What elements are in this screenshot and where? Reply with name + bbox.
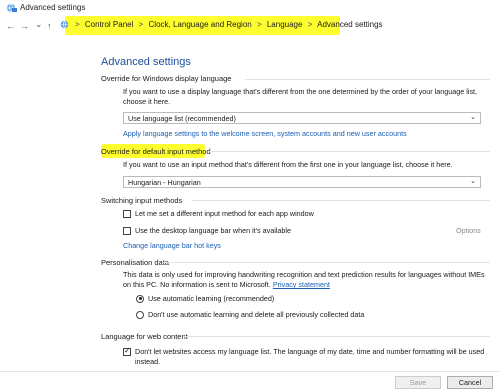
automatic-learning-label: Use automatic learning (recommended) — [148, 294, 275, 303]
per-app-input-checkbox[interactable] — [123, 209, 131, 218]
input-method-description: If you want to use an input method that'… — [123, 160, 453, 169]
breadcrumb-separator: > — [138, 20, 144, 29]
breadcrumb-separator: > — [256, 20, 262, 29]
input-method-selected: Hungarian - Hungarian — [128, 178, 201, 187]
control-panel-icon — [60, 20, 69, 29]
language-app-icon — [7, 3, 17, 13]
personalisation-section-label: Personalisation data — [101, 258, 169, 267]
chevron-down-icon: ⌄ — [470, 114, 476, 121]
no-automatic-learning-radio[interactable] — [136, 310, 144, 319]
switching-section-label: Switching input methods — [101, 196, 183, 205]
breadcrumb-language[interactable]: Language — [267, 20, 303, 29]
title-bar: Advanced settings — [0, 0, 500, 16]
cancel-button[interactable]: Cancel — [447, 376, 493, 389]
web-content-checkbox[interactable] — [123, 346, 131, 356]
breadcrumb: > Control Panel > Clock, Language and Re… — [72, 20, 383, 29]
section-divider — [245, 79, 490, 80]
desktop-language-bar-label: Use the desktop language bar when it's a… — [135, 226, 292, 235]
input-method-dropdown[interactable]: Hungarian - Hungarian ⌄ — [123, 176, 481, 188]
per-app-input-checkbox-row[interactable]: Let me set a different input method for … — [123, 209, 314, 218]
breadcrumb-separator: > — [75, 20, 80, 29]
automatic-learning-radio[interactable] — [136, 294, 144, 303]
desktop-language-bar-checkbox-row[interactable]: Use the desktop language bar when it's a… — [123, 226, 291, 235]
apply-language-settings-link[interactable]: Apply language settings to the welcome s… — [123, 129, 407, 138]
automatic-learning-radio-row[interactable]: Use automatic learning (recommended) — [136, 294, 274, 303]
section-divider — [183, 336, 490, 337]
privacy-statement-link[interactable]: Privacy statement — [273, 280, 330, 289]
section-divider — [162, 262, 490, 263]
section-divider — [192, 200, 490, 201]
display-language-selected: Use language list (recommended) — [128, 114, 236, 123]
recent-locations-chevron-icon[interactable]: ⌄ — [35, 19, 43, 29]
no-automatic-learning-radio-row[interactable]: Don't use automatic learning and delete … — [136, 310, 364, 319]
personalisation-description: This data is only used for improving han… — [123, 270, 488, 290]
desktop-language-bar-checkbox[interactable] — [123, 226, 131, 235]
web-content-section-label: Language for web content — [101, 332, 188, 341]
page-title: Advanced settings — [101, 56, 191, 68]
per-app-input-label: Let me set a different input method for … — [135, 209, 314, 218]
chevron-down-icon: ⌄ — [470, 178, 476, 185]
back-arrow-icon[interactable]: ← — [6, 21, 15, 31]
breadcrumb-clock-language-region[interactable]: Clock, Language and Region — [149, 20, 252, 29]
display-language-description: If you want to use a display language th… — [123, 87, 478, 106]
breadcrumb-control-panel[interactable]: Control Panel — [85, 20, 133, 29]
language-bar-options-link[interactable]: Options — [456, 226, 481, 235]
web-content-label: Don't let websites access my language li… — [135, 347, 485, 366]
save-button[interactable]: Save — [395, 376, 441, 389]
display-language-section-label: Override for Windows display language — [101, 74, 232, 83]
breadcrumb-separator: > — [307, 20, 313, 29]
no-automatic-learning-label: Don't use automatic learning and delete … — [148, 310, 365, 319]
change-hot-keys-link[interactable]: Change language bar hot keys — [123, 241, 221, 250]
window-title: Advanced settings — [20, 3, 86, 12]
web-content-checkbox-row[interactable]: Don't let websites access my language li… — [123, 346, 488, 367]
display-language-dropdown[interactable]: Use language list (recommended) ⌄ — [123, 112, 481, 124]
breadcrumb-advanced-settings[interactable]: Advanced settings — [317, 20, 382, 29]
input-method-section-label: Override for default input method — [101, 147, 211, 156]
forward-arrow-icon[interactable]: → — [20, 21, 29, 31]
section-divider — [208, 151, 490, 152]
up-arrow-icon[interactable]: ↑ — [47, 21, 52, 31]
